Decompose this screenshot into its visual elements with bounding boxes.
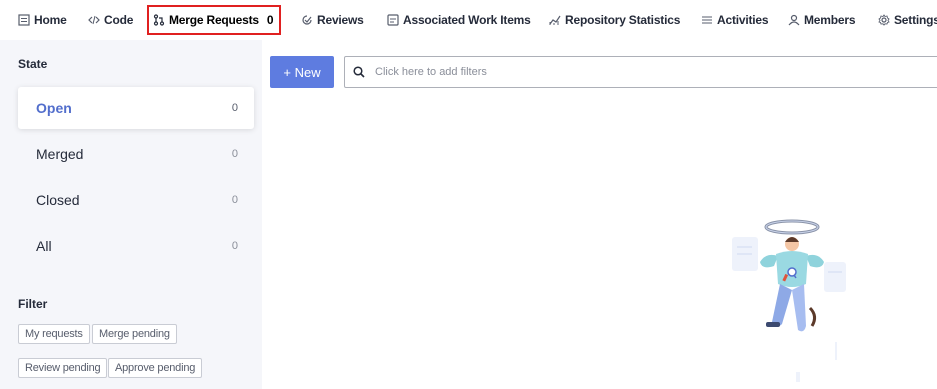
filter-tag-approve-pending[interactable]: Approve pending <box>108 358 203 378</box>
gear-icon <box>878 14 890 26</box>
state-item-label: Merged <box>36 146 84 162</box>
tab-activities[interactable]: Activities <box>701 7 769 33</box>
tab-activities-label: Activities <box>717 13 769 27</box>
review-icon <box>302 15 312 25</box>
tab-members[interactable]: Members <box>788 7 855 33</box>
state-item-count: 0 <box>231 194 238 206</box>
tab-associated-work-items-label: Associated Work Items <box>403 13 531 27</box>
merge-requests-count: 0 <box>266 13 274 27</box>
repo-nav-bar: Home Code Merge Requests 0 Reviews Assoc… <box>0 0 937 40</box>
empty-state-illustration <box>732 219 846 382</box>
filter-tag-my-requests[interactable]: My requests <box>18 324 90 344</box>
file-icon <box>18 14 30 26</box>
filter-section-title: Filter <box>18 297 48 311</box>
tab-settings[interactable]: Settings <box>878 7 937 33</box>
tab-repository-statistics-label: Repository Statistics <box>565 13 681 27</box>
tab-code[interactable]: Code <box>88 7 133 33</box>
tab-reviews[interactable]: Reviews <box>301 7 364 33</box>
tab-associated-work-items[interactable]: Associated Work Items <box>387 7 531 33</box>
tab-members-label: Members <box>804 13 856 27</box>
state-item-count: 0 <box>231 240 238 252</box>
code-icon <box>88 15 100 25</box>
tab-home-label: Home <box>34 13 67 27</box>
work-item-icon <box>387 14 399 26</box>
tab-home[interactable]: Home <box>18 7 67 33</box>
state-item-label: Closed <box>36 192 80 208</box>
members-icon <box>788 14 800 26</box>
new-merge-request-button[interactable]: + New <box>270 56 334 88</box>
tab-repository-statistics[interactable]: Repository Statistics <box>549 7 680 33</box>
state-item-count: 0 <box>231 102 238 114</box>
state-item-all[interactable]: All 0 <box>18 225 254 267</box>
state-item-merged[interactable]: Merged 0 <box>18 133 254 175</box>
list-icon <box>702 16 712 24</box>
tab-code-label: Code <box>104 13 134 27</box>
filter-placeholder: Click here to add filters <box>375 66 487 78</box>
filter-tag-merge-pending[interactable]: Merge pending <box>92 324 177 344</box>
tab-settings-label: Settings <box>894 13 937 27</box>
tab-merge-requests[interactable]: Merge Requests 0 <box>147 5 282 35</box>
filter-input[interactable]: Click here to add filters <box>344 56 937 88</box>
state-item-label: Open <box>36 100 72 116</box>
state-section-title: State <box>18 57 48 71</box>
state-item-count: 0 <box>231 148 238 160</box>
tab-reviews-label: Reviews <box>317 13 364 27</box>
state-item-label: All <box>36 238 52 254</box>
tab-merge-requests-label: Merge Requests <box>169 13 259 27</box>
state-item-closed[interactable]: Closed 0 <box>18 179 254 221</box>
search-icon <box>353 66 365 78</box>
merge-request-icon <box>153 14 165 26</box>
filter-tag-review-pending[interactable]: Review pending <box>18 358 108 378</box>
statistics-icon <box>549 15 561 25</box>
state-item-open[interactable]: Open 0 <box>18 87 254 129</box>
